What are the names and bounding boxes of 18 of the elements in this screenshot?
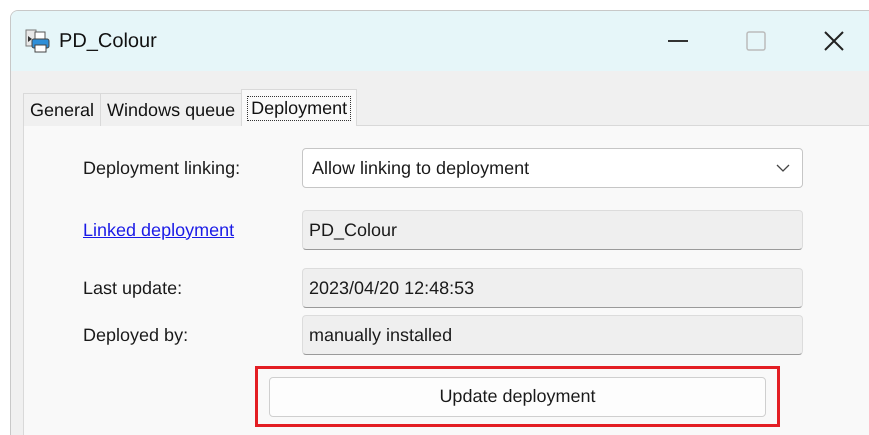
minimize-icon bbox=[668, 40, 688, 42]
chevron-down-icon bbox=[776, 164, 790, 172]
maximize-icon bbox=[746, 31, 766, 51]
dropdown[interactable]: Allow linking to deployment bbox=[302, 148, 803, 188]
printer-icon bbox=[25, 28, 51, 54]
readonly-field: PD_Colour bbox=[302, 210, 803, 250]
tab[interactable]: Windows queue bbox=[100, 93, 242, 126]
field-label: Deployed by: bbox=[83, 324, 190, 346]
update-button[interactable]: Update deployment bbox=[269, 376, 766, 416]
readonly-field: manually installed bbox=[302, 315, 803, 355]
window-title: PD_Colour bbox=[59, 30, 158, 52]
field-label: Last update: bbox=[83, 278, 184, 298]
close-icon bbox=[823, 30, 845, 52]
tab[interactable]: Deployment bbox=[241, 89, 358, 126]
field-label: Deployment linking: bbox=[83, 158, 242, 178]
tab[interactable]: General bbox=[23, 93, 102, 126]
link[interactable]: Linked deployment bbox=[83, 220, 302, 240]
readonly-field: 2023/04/20 12:48:53 bbox=[302, 268, 803, 308]
